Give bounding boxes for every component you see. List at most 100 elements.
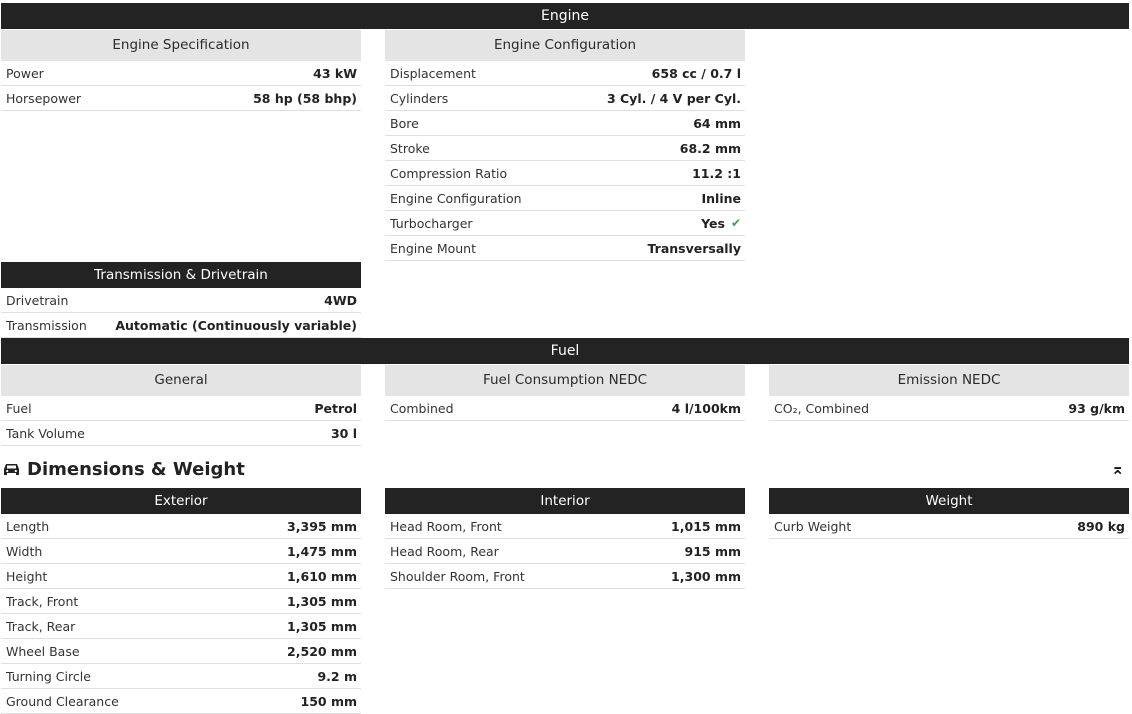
weight-heading: Weight: [769, 488, 1129, 514]
weight-table: Weight Curb Weight 890 kg: [769, 488, 1129, 539]
spec-value-text: Yes: [701, 215, 725, 231]
spec-value: 1,610 mm: [287, 569, 357, 584]
engine-specification-heading: Engine Specification: [1, 30, 361, 61]
transmission-heading: Transmission & Drivetrain: [1, 262, 361, 288]
spec-label: Engine Mount: [390, 240, 476, 256]
spec-row: Shoulder Room, Front 1,300 mm: [385, 564, 745, 589]
spec-row: Engine Configuration Inline: [385, 186, 745, 211]
spec-value-text: 890 kg: [1077, 518, 1125, 534]
spec-label: Tank Volume: [6, 425, 85, 441]
engine-configuration-table: Engine Configuration Displacement 658 cc …: [385, 30, 745, 261]
spec-row: Cylinders 3 Cyl. / 4 V per Cyl.: [385, 86, 745, 111]
spec-value-text: 30 l: [330, 425, 357, 441]
spec-value-text: 9.2 m: [317, 668, 357, 684]
spec-label: Cylinders: [390, 90, 449, 106]
spec-label: Head Room, Front: [390, 518, 502, 534]
spec-row: Tank Volume 30 l: [1, 421, 361, 446]
spec-row: Fuel Petrol: [1, 396, 361, 421]
spec-row: Drivetrain 4WD: [1, 288, 361, 313]
spec-value: 11.2 :1: [692, 166, 741, 181]
spec-value-text: 93 g/km: [1068, 400, 1125, 416]
interior-rows: Head Room, Front 1,015 mm Head Room, Rear 9…: [385, 514, 745, 589]
spec-label: Turbocharger: [390, 215, 473, 231]
spec-value-text: 1,305 mm: [287, 593, 357, 609]
spec-value: 68.2 mm: [680, 141, 741, 156]
interior-heading: Interior: [385, 488, 745, 514]
weight-rows: Curb Weight 890 kg: [769, 514, 1129, 539]
spec-value-text: 58 hp (58 bhp): [253, 90, 357, 106]
spec-value: 2,520 mm: [287, 644, 357, 659]
spec-value-text: 4 l/100km: [671, 400, 741, 416]
spec-label: Turning Circle: [6, 668, 91, 684]
interior-table: Interior Head Room, Front 1,015 mm Head Ro…: [385, 488, 745, 589]
spec-row: Head Room, Rear 915 mm: [385, 539, 745, 564]
spec-value: Transversally: [648, 241, 741, 256]
spec-label: Wheel Base: [6, 643, 80, 659]
spec-row: Length 3,395 mm: [1, 514, 361, 539]
spec-value-text: Transversally: [647, 240, 741, 256]
exterior-table: Exterior Length 3,395 mm Width 1,475 mm Heig…: [1, 488, 361, 714]
spec-value-text: 4WD: [324, 292, 357, 308]
spec-label: Length: [6, 518, 50, 534]
spec-value: Petrol: [314, 401, 357, 416]
spec-value-text: 3,395 mm: [287, 518, 357, 534]
transmission-table: Transmission & Drivetrain Drivetrain 4WD T…: [1, 262, 361, 338]
spec-row: Head Room, Front 1,015 mm: [385, 514, 745, 539]
fuel-general-heading: General: [1, 365, 361, 396]
spec-row: Wheel Base 2,520 mm: [1, 639, 361, 664]
spec-value: 58 hp (58 bhp): [253, 91, 357, 106]
fuel-general-table: General Fuel Petrol Tank Volume 30 l: [1, 365, 361, 446]
spec-label: CO₂, Combined: [774, 400, 870, 416]
spec-label: Curb Weight: [774, 518, 852, 534]
fuel-section-header: Fuel: [1, 338, 1129, 364]
spec-value-text: 915 mm: [684, 543, 742, 559]
fuel-consumption-rows: Combined 4 l/100km: [385, 396, 745, 421]
spec-value-text: 3 Cyl. / 4 V per Cyl.: [606, 90, 741, 106]
spec-value-text: 2,520 mm: [287, 643, 357, 659]
spec-label: Displacement: [390, 65, 476, 81]
spec-value: Automatic (Continuously variable): [115, 318, 357, 333]
fuel-general-rows: Fuel Petrol Tank Volume 30 l: [1, 396, 361, 446]
car-icon: [4, 464, 19, 475]
spec-value: Inline: [702, 191, 742, 206]
spec-row: Track, Front 1,305 mm: [1, 589, 361, 614]
engine-configuration-heading: Engine Configuration: [385, 30, 745, 61]
spec-value: 9.2 m: [317, 669, 357, 684]
spec-value-text: 11.2 :1: [692, 165, 741, 181]
spec-label: Engine Configuration: [390, 190, 522, 206]
spec-value: 93 g/km: [1068, 401, 1125, 416]
spec-label: Stroke: [390, 140, 430, 156]
spec-row: Ground Clearance 150 mm: [1, 689, 361, 714]
spec-label: Power: [6, 65, 44, 81]
spec-value: 915 mm: [685, 544, 742, 559]
emission-table: Emission NEDC CO₂, Combined 93 g/km: [769, 365, 1129, 421]
spec-value-text: 150 mm: [300, 693, 358, 709]
spec-value: 658 cc / 0.7 l: [652, 66, 741, 81]
spec-value-text: Automatic (Continuously variable): [115, 317, 357, 333]
emission-heading: Emission NEDC: [769, 365, 1129, 396]
scroll-top-icon[interactable]: ⌅: [1111, 459, 1124, 478]
spec-row: Displacement 658 cc / 0.7 l: [385, 61, 745, 86]
spec-label: Track, Rear: [6, 618, 76, 634]
spec-label: Combined: [390, 400, 454, 416]
spec-value: 890 kg: [1077, 519, 1125, 534]
fuel-consumption-heading: Fuel Consumption NEDC: [385, 365, 745, 396]
spec-value: 43 kW: [313, 66, 357, 81]
transmission-rows: Drivetrain 4WD Transmission Automatic (Cont…: [1, 288, 361, 338]
spec-value: 30 l: [331, 426, 357, 441]
engine-specification-rows: Power 43 kW Horsepower 58 hp (58 bhp): [1, 61, 361, 111]
spec-row: Combined 4 l/100km: [385, 396, 745, 421]
exterior-heading: Exterior: [1, 488, 361, 514]
spec-value-text: 64 mm: [693, 115, 741, 131]
spec-value-text: 1,475 mm: [287, 543, 357, 559]
spec-value: 1,475 mm: [287, 544, 357, 559]
spec-label: Compression Ratio: [390, 165, 508, 181]
spec-row: Bore 64 mm: [385, 111, 745, 136]
dimensions-section-title: Dimensions & Weight: [3, 459, 245, 480]
spec-label: Drivetrain: [6, 292, 69, 308]
spec-value: 1,305 mm: [287, 594, 357, 609]
spec-value: 1,300 mm: [671, 569, 741, 584]
spec-row: Transmission Automatic (Continuously vari…: [1, 313, 361, 338]
spec-row: Horsepower 58 hp (58 bhp): [1, 86, 361, 111]
spec-value: 3 Cyl. / 4 V per Cyl.: [607, 91, 741, 106]
